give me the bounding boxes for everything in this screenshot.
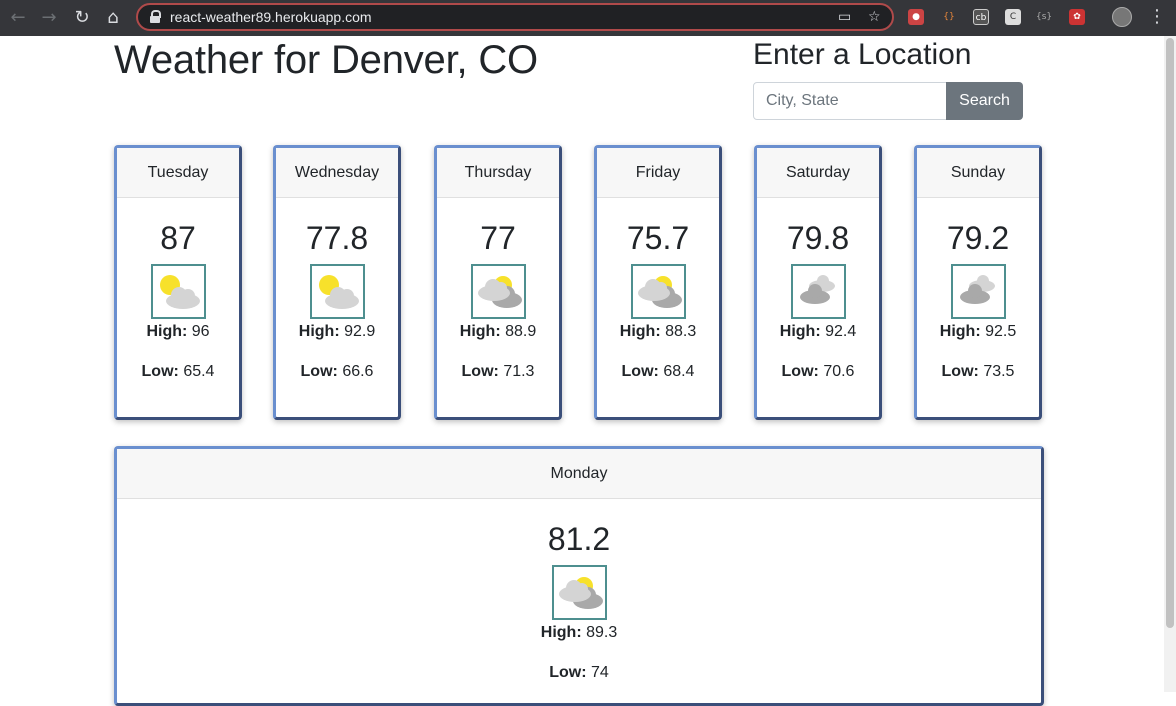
low-label: Low: xyxy=(941,363,979,380)
mostly-cloudy-icon xyxy=(470,264,526,319)
today-weather-icon xyxy=(551,565,607,620)
card-temp: 77.8 xyxy=(305,220,369,256)
card-temp: 79.8 xyxy=(786,220,850,256)
card-high-value: 88.9 xyxy=(505,323,537,340)
card-temp: 79.2 xyxy=(946,220,1010,256)
today-high: High: 89.3 xyxy=(117,624,1041,642)
location-heading: Enter a Location xyxy=(753,38,972,71)
forecast-card-sunday: Sunday 79.2 High: 92.5 Low: 73.5 xyxy=(914,145,1042,420)
card-high-value: 88.3 xyxy=(665,323,697,340)
partly-sunny-icon xyxy=(150,264,206,319)
card-temp: 75.7 xyxy=(626,220,690,256)
page-scrollbar[interactable] xyxy=(1164,36,1176,692)
location-search-input[interactable] xyxy=(753,82,947,120)
card-low-value: 70.6 xyxy=(823,363,855,380)
today-temp: 81.2 xyxy=(547,521,611,557)
card-temp: 87 xyxy=(160,220,196,256)
url-text[interactable]: react-weather89.herokuapp.com xyxy=(170,9,372,25)
card-high: High: 92.5 xyxy=(917,323,1039,341)
today-card: Monday 81.2 High: 89.3 Low: 74 xyxy=(114,446,1044,706)
card-low-value: 73.5 xyxy=(983,363,1015,380)
home-icon[interactable]: ⌂ xyxy=(103,8,123,28)
lock-icon[interactable] xyxy=(150,10,161,23)
card-low-value: 66.6 xyxy=(342,363,374,380)
card-day: Tuesday xyxy=(117,148,239,198)
extension-braces-icon[interactable]: {} xyxy=(941,9,957,25)
card-high: High: 92.9 xyxy=(276,323,398,341)
forecast-card-saturday: Saturday 79.8 High: 92.4 Low: 70.6 xyxy=(754,145,882,420)
low-label: Low: xyxy=(141,363,179,380)
card-low: Low: 65.4 xyxy=(117,363,239,381)
low-label: Low: xyxy=(300,363,338,380)
card-day: Thursday xyxy=(437,148,559,198)
card-high: High: 88.3 xyxy=(597,323,719,341)
cloudy-icon xyxy=(950,264,1006,319)
extension-cb-icon[interactable]: cb xyxy=(973,9,989,25)
today-low: Low: 74 xyxy=(117,664,1041,682)
card-low-value: 65.4 xyxy=(183,363,215,380)
card-high-value: 92.4 xyxy=(825,323,857,340)
card-high-value: 92.5 xyxy=(985,323,1017,340)
low-label: Low: xyxy=(461,363,499,380)
address-bar[interactable]: react-weather89.herokuapp.com ▭ ☆ xyxy=(136,3,894,31)
high-label: High: xyxy=(540,624,582,641)
search-button[interactable]: Search xyxy=(946,82,1023,120)
mostly-cloudy-icon xyxy=(630,264,686,319)
high-label: High: xyxy=(779,323,821,340)
card-day: Friday xyxy=(597,148,719,198)
card-high-value: 92.9 xyxy=(344,323,376,340)
card-high-value: 96 xyxy=(191,323,210,340)
card-low: Low: 73.5 xyxy=(917,363,1039,381)
high-label: High: xyxy=(939,323,981,340)
card-high: High: 92.4 xyxy=(757,323,879,341)
card-temp: 77 xyxy=(480,220,516,256)
high-label: High: xyxy=(146,323,188,340)
low-label: Low: xyxy=(781,363,819,380)
extension-red-icon[interactable]: ✿ xyxy=(1069,9,1085,25)
bookmark-star-icon[interactable]: ☆ xyxy=(868,9,881,25)
forecast-card-friday: Friday 75.7 High: 88.3 Low: 68.4 xyxy=(594,145,722,420)
card-low: Low: 70.6 xyxy=(757,363,879,381)
scrollbar-thumb[interactable] xyxy=(1166,38,1174,628)
card-high: High: 96 xyxy=(117,323,239,341)
extension-record-icon[interactable]: ● xyxy=(908,9,924,25)
partly-sunny-icon xyxy=(309,264,365,319)
card-low: Low: 71.3 xyxy=(437,363,559,381)
forecast-card-thursday: Thursday 77 High: 88.9 Low: 71.3 xyxy=(434,145,562,420)
cloudy-icon xyxy=(790,264,846,319)
today-low-value: 74 xyxy=(590,664,609,681)
forward-arrow-icon[interactable]: → xyxy=(39,8,59,28)
page-title: Weather for Denver, CO xyxy=(114,38,538,82)
profile-avatar[interactable] xyxy=(1112,7,1132,27)
card-high: High: 88.9 xyxy=(437,323,559,341)
forecast-card-wednesday: Wednesday 77.8 High: 92.9 Low: 66.6 xyxy=(273,145,401,420)
high-label: High: xyxy=(619,323,661,340)
forecast-card-tuesday: Tuesday 87 High: 96 Low: 65.4 xyxy=(114,145,242,420)
card-low-value: 71.3 xyxy=(503,363,535,380)
card-low-value: 68.4 xyxy=(663,363,695,380)
low-label: Low: xyxy=(621,363,659,380)
card-low: Low: 66.6 xyxy=(276,363,398,381)
menu-dots-icon[interactable]: ⋮ xyxy=(1148,6,1166,27)
card-low: Low: 68.4 xyxy=(597,363,719,381)
browser-toolbar: ← → ↻ ⌂ react-weather89.herokuapp.com ▭ … xyxy=(0,0,1176,36)
high-label: High: xyxy=(298,323,340,340)
today-high-value: 89.3 xyxy=(586,624,618,641)
reload-icon[interactable]: ↻ xyxy=(72,8,92,28)
card-day: Saturday xyxy=(757,148,879,198)
extension-json-icon[interactable]: {s} xyxy=(1036,9,1052,25)
low-label: Low: xyxy=(549,664,587,681)
card-day: Sunday xyxy=(917,148,1039,198)
card-day: Wednesday xyxy=(276,148,398,198)
extension-c-icon[interactable]: C xyxy=(1005,9,1021,25)
high-label: High: xyxy=(459,323,501,340)
back-arrow-icon[interactable]: ← xyxy=(8,8,28,28)
cast-icon[interactable]: ▭ xyxy=(838,9,851,25)
today-day: Monday xyxy=(117,449,1041,499)
